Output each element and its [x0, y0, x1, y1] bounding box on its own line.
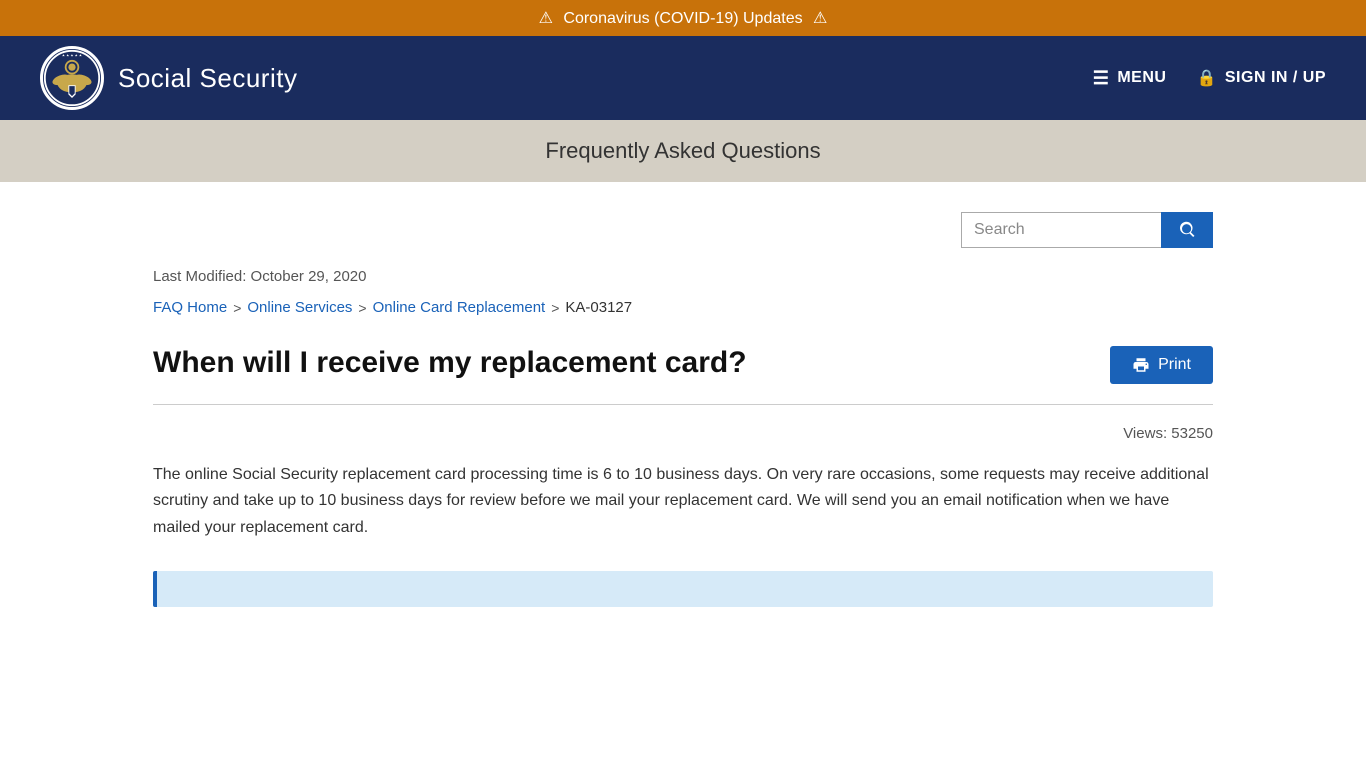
signin-label: SIGN IN / UP — [1225, 69, 1326, 87]
breadcrumb-separator-1: > — [233, 300, 241, 316]
main-nav: ☰ MENU 🔒 SIGN IN / UP — [1093, 68, 1326, 89]
page-subtitle-banner: Frequently Asked Questions — [0, 120, 1366, 182]
views-count: Views: 53250 — [153, 425, 1213, 442]
article-title: When will I receive my replacement card? — [153, 346, 1090, 380]
article-divider — [153, 404, 1213, 405]
ssa-logo-icon: ★ ★ ★ ★ ★ — [43, 49, 101, 107]
site-title: Social Security — [118, 63, 297, 94]
breadcrumb-separator-3: > — [551, 300, 559, 316]
page-subtitle: Frequently Asked Questions — [40, 138, 1326, 164]
warning-icon-right: ⚠ — [813, 10, 827, 27]
site-logo-link[interactable]: ★ ★ ★ ★ ★ Social Security — [40, 46, 297, 110]
menu-button[interactable]: ☰ MENU — [1093, 68, 1167, 89]
logo-circle: ★ ★ ★ ★ ★ — [40, 46, 104, 110]
print-icon — [1132, 356, 1150, 374]
info-box — [153, 571, 1213, 607]
warning-icon-left: ⚠ — [539, 10, 553, 27]
search-area — [153, 212, 1213, 248]
article-header: When will I receive my replacement card?… — [153, 346, 1213, 384]
breadcrumb-separator-2: > — [358, 300, 366, 316]
svg-text:★ ★ ★ ★ ★: ★ ★ ★ ★ ★ — [62, 53, 83, 57]
breadcrumb-article-id: KA-03127 — [565, 299, 632, 316]
breadcrumb-faq-home[interactable]: FAQ Home — [153, 299, 227, 316]
signin-button[interactable]: 🔒 SIGN IN / UP — [1196, 68, 1326, 88]
site-header: ★ ★ ★ ★ ★ Social Security ☰ MENU 🔒 SIGN … — [0, 36, 1366, 120]
breadcrumb: FAQ Home > Online Services > Online Card… — [153, 299, 1213, 316]
search-input[interactable] — [961, 212, 1161, 248]
hamburger-icon: ☰ — [1093, 68, 1110, 89]
search-form — [961, 212, 1213, 248]
print-label: Print — [1158, 356, 1191, 374]
last-modified: Last Modified: October 29, 2020 — [153, 268, 1213, 285]
lock-icon: 🔒 — [1196, 68, 1216, 88]
breadcrumb-online-services[interactable]: Online Services — [247, 299, 352, 316]
main-content: Last Modified: October 29, 2020 FAQ Home… — [113, 182, 1253, 647]
search-button[interactable] — [1161, 212, 1213, 248]
alert-text: Coronavirus (COVID-19) Updates — [563, 10, 802, 27]
print-button[interactable]: Print — [1110, 346, 1213, 384]
article-body: The online Social Security replacement c… — [153, 462, 1213, 541]
search-icon — [1177, 220, 1197, 240]
alert-banner: ⚠ Coronavirus (COVID-19) Updates ⚠ — [0, 0, 1366, 36]
breadcrumb-online-card-replacement[interactable]: Online Card Replacement — [373, 299, 546, 316]
menu-label: MENU — [1117, 69, 1166, 87]
